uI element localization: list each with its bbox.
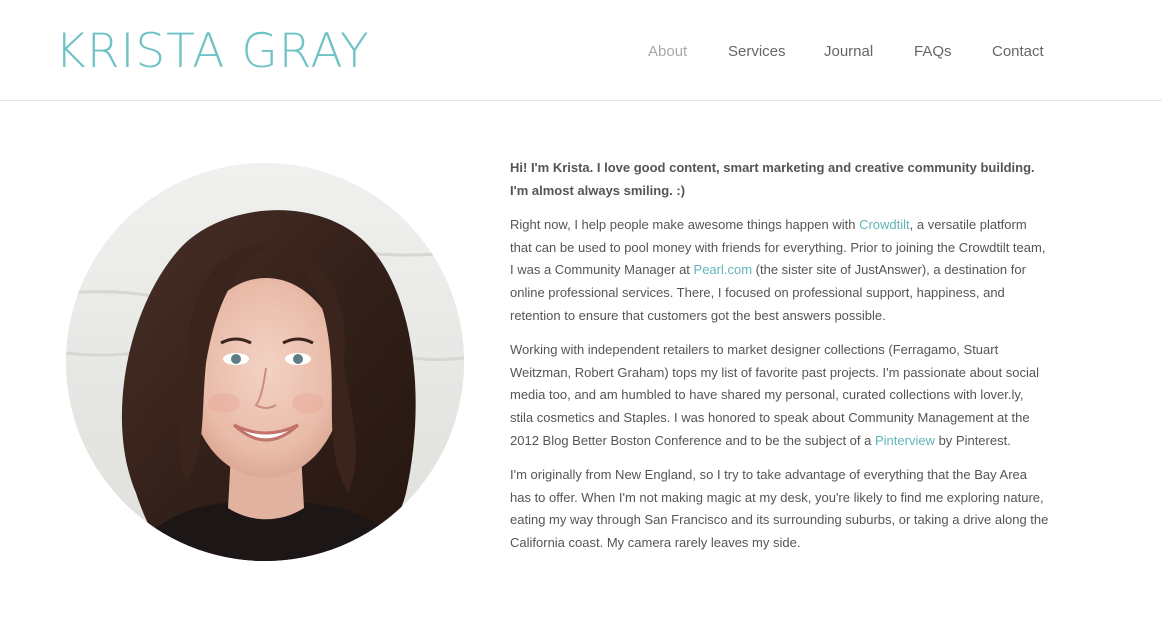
bio-p1-text-1: Right now, I help people make awesome th… bbox=[510, 217, 860, 233]
site-logo[interactable]: KRISTA GRAY bbox=[55, 26, 370, 78]
profile-photo bbox=[66, 163, 464, 561]
about-content: Hi! I'm Krista. I love good content, sma… bbox=[510, 157, 1050, 567]
nav-services[interactable]: Services bbox=[728, 43, 786, 60]
nav-contact[interactable]: Contact bbox=[992, 43, 1044, 60]
nav-journal[interactable]: Journal bbox=[824, 43, 873, 60]
bio-paragraph-1: Right now, I help people make awesome th… bbox=[510, 214, 1050, 327]
bio-p2-text-2: by Pinterest. bbox=[934, 432, 1011, 448]
pinterview-link[interactable]: Pinterview bbox=[875, 433, 935, 448]
crowdtilt-link[interactable]: Crowdtilt bbox=[859, 217, 910, 232]
pearl-link[interactable]: Pearl.com bbox=[694, 262, 753, 277]
nav-about[interactable]: About bbox=[648, 43, 687, 60]
bio-paragraph-3: I'm originally from New England, so I tr… bbox=[510, 467, 1049, 550]
site-header: KRISTA GRAY About Services Journal FAQs … bbox=[0, 0, 1162, 101]
nav-faqs[interactable]: FAQs bbox=[914, 43, 952, 60]
bio-paragraph-2: Working with independent retailers to ma… bbox=[510, 339, 1050, 452]
bio-intro: Hi! I'm Krista. I love good content, sma… bbox=[510, 160, 1035, 198]
